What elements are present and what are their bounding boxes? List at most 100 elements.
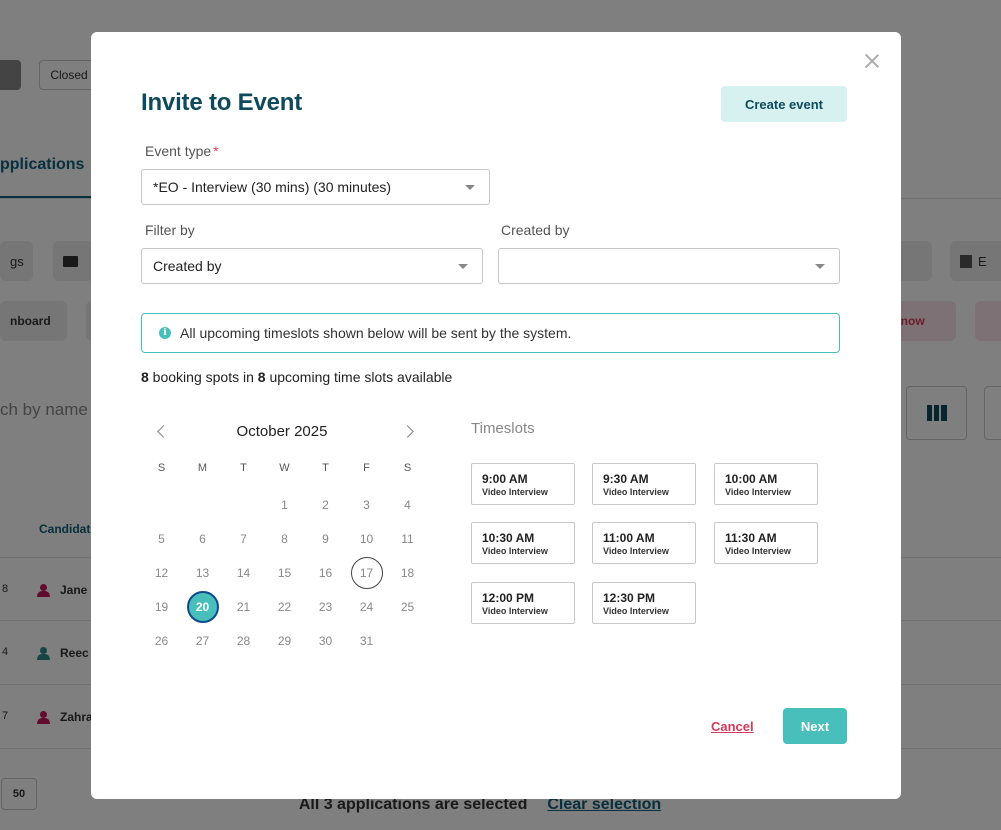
calendar-day-number: 21 xyxy=(236,600,251,614)
booking-text: upcoming time slots available xyxy=(265,369,453,385)
timeslot-option[interactable]: 12:30 PM Video Interview xyxy=(592,582,696,624)
calendar-day-number: 1 xyxy=(281,498,288,512)
filter-by-select[interactable]: Created by xyxy=(141,248,483,284)
timeslot-option[interactable]: 12:00 PM Video Interview xyxy=(471,582,575,624)
calendar-day[interactable]: 12 xyxy=(141,556,182,590)
weekday-header: W xyxy=(279,462,290,474)
calendar-day-number: 16 xyxy=(318,566,333,580)
booking-spots-count: 8 xyxy=(141,369,149,385)
weekday-header: T xyxy=(322,462,329,474)
calendar-day-number: 25 xyxy=(400,600,415,614)
calendar-day[interactable]: 3 xyxy=(346,488,387,522)
filter-by-label: Filter by xyxy=(145,222,195,238)
calendar-day[interactable]: 10 xyxy=(346,522,387,556)
calendar-day[interactable]: 21 xyxy=(223,590,264,624)
invite-to-event-modal: Invite to Event Create event Event type *… xyxy=(91,32,901,799)
booking-summary: 8 booking spots in 8 upcoming time slots… xyxy=(141,369,452,385)
calendar-day[interactable]: 18 xyxy=(387,556,428,590)
timeslot-time: 11:00 AM xyxy=(603,531,655,545)
calendar-day[interactable]: 7 xyxy=(223,522,264,556)
timeslot-time: 9:30 AM xyxy=(603,472,649,486)
calendar-day[interactable]: 30 xyxy=(305,624,346,658)
calendar-day[interactable]: 11 xyxy=(387,522,428,556)
close-icon[interactable] xyxy=(861,50,883,72)
modal-title: Invite to Event xyxy=(141,89,303,116)
event-type-value: *EO - Interview (30 mins) (30 minutes) xyxy=(153,179,392,195)
calendar-day[interactable]: 14 xyxy=(223,556,264,590)
event-type-label-text: Event type xyxy=(145,143,212,159)
timeslot-type: Video Interview xyxy=(603,487,669,497)
calendar-day-number: 24 xyxy=(359,600,374,614)
timeslot-time: 11:30 AM xyxy=(725,531,777,545)
calendar-day[interactable]: 25 xyxy=(387,590,428,624)
calendar-grid: S M T W T F S 1 2 3 4 5 6 7 8 9 10 11 12 13 14 15 16 17 18 19 20 21… xyxy=(141,462,429,658)
calendar-day[interactable]: 19 xyxy=(141,590,182,624)
calendar-day-number: 3 xyxy=(363,498,370,512)
calendar-day-number: 15 xyxy=(277,566,292,580)
timeslot-type: Video Interview xyxy=(482,487,548,497)
filter-by-value: Created by xyxy=(153,258,222,274)
timeslot-time: 9:00 AM xyxy=(482,472,528,486)
calendar-day[interactable]: 2 xyxy=(305,488,346,522)
calendar-day-number: 23 xyxy=(318,600,333,614)
event-type-select[interactable]: *EO - Interview (30 mins) (30 minutes) xyxy=(141,169,490,205)
timeslot-option[interactable]: 9:00 AM Video Interview xyxy=(471,463,575,505)
created-by-select[interactable] xyxy=(498,248,840,284)
timeslot-time: 12:30 PM xyxy=(603,591,656,605)
calendar-day[interactable]: 23 xyxy=(305,590,346,624)
timeslot-time: 12:00 PM xyxy=(482,591,535,605)
calendar-day-number: 13 xyxy=(195,566,210,580)
calendar-day-number: 7 xyxy=(240,532,247,546)
timeslot-option[interactable]: 9:30 AM Video Interview xyxy=(592,463,696,505)
calendar-day[interactable]: 31 xyxy=(346,624,387,658)
calendar-day-number: 28 xyxy=(236,634,251,648)
timeslot-option[interactable]: 11:00 AM Video Interview xyxy=(592,522,696,564)
calendar-day[interactable]: 5 xyxy=(141,522,182,556)
calendar-day[interactable]: 26 xyxy=(141,624,182,658)
calendar-day[interactable]: 15 xyxy=(264,556,305,590)
calendar-day-number: 18 xyxy=(400,566,415,580)
timeslots-title: Timeslots xyxy=(471,420,535,437)
info-banner: i All upcoming timeslots shown below wil… xyxy=(141,313,840,353)
calendar-day-number: 20 xyxy=(186,591,219,623)
calendar-empty-cell xyxy=(182,488,223,522)
calendar-day[interactable]: 6 xyxy=(182,522,223,556)
calendar-day[interactable]: 1 xyxy=(264,488,305,522)
calendar-day-number: 14 xyxy=(236,566,251,580)
calendar-day-number: 8 xyxy=(281,532,288,546)
calendar-day-number: 27 xyxy=(195,634,210,648)
calendar-day[interactable]: 8 xyxy=(264,522,305,556)
calendar-day[interactable]: 9 xyxy=(305,522,346,556)
calendar-day[interactable]: 27 xyxy=(182,624,223,658)
calendar-day[interactable]: 24 xyxy=(346,590,387,624)
calendar-day[interactable]: 4 xyxy=(387,488,428,522)
timeslot-type: Video Interview xyxy=(482,546,548,556)
calendar-day-number: 11 xyxy=(401,532,414,546)
calendar-day-number: 12 xyxy=(154,566,169,580)
chevron-down-icon xyxy=(458,264,468,269)
next-button[interactable]: Next xyxy=(783,708,847,744)
info-message: All upcoming timeslots shown below will … xyxy=(180,325,572,341)
calendar-day[interactable]: 13 xyxy=(182,556,223,590)
calendar-empty-cell xyxy=(141,488,182,522)
timeslot-type: Video Interview xyxy=(603,606,669,616)
calendar-day-selected[interactable]: 20 xyxy=(182,590,223,624)
calendar-day-number: 19 xyxy=(154,600,169,614)
event-type-label: Event type * xyxy=(145,143,219,159)
info-icon: i xyxy=(159,327,171,339)
calendar-day-number: 29 xyxy=(277,634,292,648)
calendar-day-number: 26 xyxy=(154,634,169,648)
timeslot-option[interactable]: 11:30 AM Video Interview xyxy=(714,522,818,564)
timeslot-option[interactable]: 10:00 AM Video Interview xyxy=(714,463,818,505)
calendar-day[interactable]: 22 xyxy=(264,590,305,624)
chevron-right-icon[interactable] xyxy=(402,424,416,438)
calendar-day[interactable]: 16 xyxy=(305,556,346,590)
timeslot-option[interactable]: 10:30 AM Video Interview xyxy=(471,522,575,564)
calendar-day[interactable]: 17 xyxy=(346,556,387,590)
cancel-button[interactable]: Cancel xyxy=(711,719,754,734)
calendar-day[interactable]: 28 xyxy=(223,624,264,658)
create-event-button[interactable]: Create event xyxy=(721,86,847,122)
timeslot-time: 10:00 AM xyxy=(725,472,778,486)
calendar-day[interactable]: 29 xyxy=(264,624,305,658)
weekday-header: S xyxy=(403,462,412,474)
